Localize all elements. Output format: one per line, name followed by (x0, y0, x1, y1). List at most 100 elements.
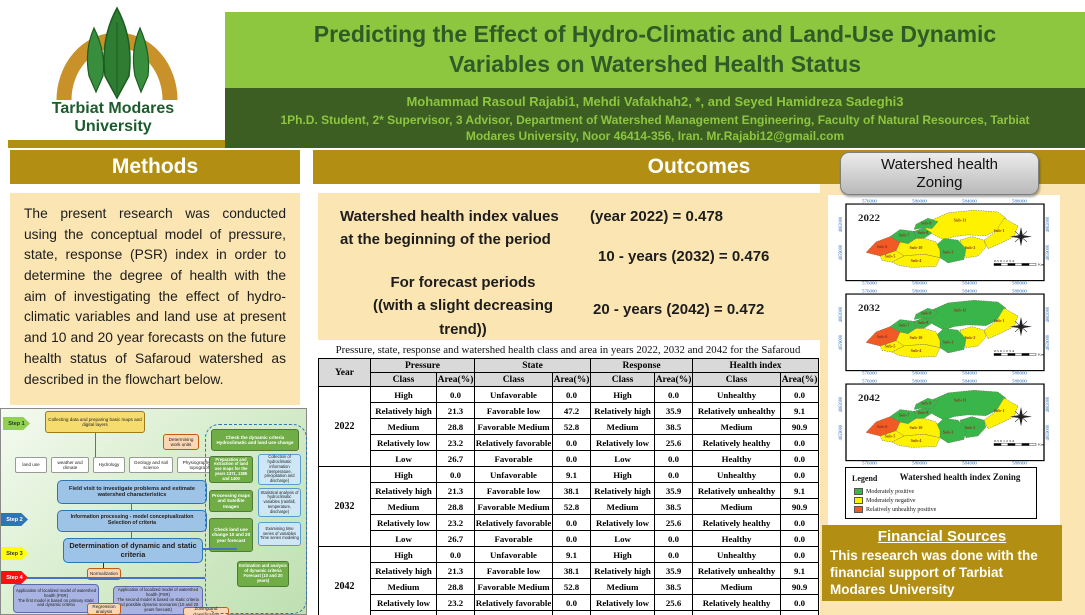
outcomes-forecast-line1: For forecast periods (348, 271, 578, 294)
legend-swatch (854, 506, 863, 513)
subbasin-label: Sub-11 (954, 308, 967, 313)
scalebar-unit: Km (1038, 263, 1044, 267)
connector-line (27, 577, 205, 579)
table-cell: Medium (693, 499, 781, 515)
scalebar-segment (1008, 263, 1015, 265)
map-year-label: 2032 (858, 303, 880, 313)
table-cell: Low (371, 611, 437, 615)
map-x-tick: 588000 (1012, 462, 1028, 465)
map-y-tick: 4059000 (1046, 334, 1051, 350)
table-cell: Relatively low (591, 595, 655, 611)
table-subheader-cell: Class (591, 373, 655, 387)
logo-gold-strip (8, 140, 225, 148)
flowchart-processing-line2: Selection of criteria (108, 521, 156, 527)
scalebar-segment (1015, 353, 1022, 355)
legend-item-label: Moderately positive (866, 489, 914, 495)
flowchart-time-series-box: Examining time series of variables Time … (258, 522, 301, 546)
zoning-map-svg: 5760005800005840005880005760005800005840… (836, 197, 1052, 285)
table-cell: 26.7 (437, 611, 475, 615)
table-cell: Relatively healthy (693, 595, 781, 611)
table-cell: High (371, 387, 437, 403)
map-y-tick: 4062000 (1046, 396, 1051, 412)
map-x-tick: 580000 (912, 289, 928, 294)
table-cell: Relatively favorable (475, 435, 553, 451)
subbasin-label: Sub-5 (885, 254, 896, 259)
subbasin-label: Sub-1 (994, 228, 1005, 233)
table-cell: Healthy (693, 531, 781, 547)
scalebar-unit: Km (1038, 443, 1044, 447)
table-cell: High (371, 547, 437, 563)
table-cell: Relatively favorable (475, 595, 553, 611)
flowchart-work-units-box: Determining work units (163, 434, 199, 450)
subbasin-label: Sub-6 (877, 424, 888, 429)
legend-item: Moderately positive (854, 488, 914, 495)
table-header-group: Pressure (371, 359, 475, 373)
subbasin-label: Sub-11 (954, 218, 967, 223)
table-cell: 38.1 (553, 563, 591, 579)
map-y-tick: 4059000 (839, 424, 844, 440)
flowchart-step1-label: Step 1 (3, 417, 30, 430)
scalebar-segment (1029, 263, 1036, 265)
subbasin-label: Sub-3 (943, 430, 954, 435)
table-year-cell: 2022 (319, 387, 371, 467)
table-cell: Relatively high (371, 563, 437, 579)
flowchart-stat-analysis-box: Statistical analysis of hydroclimatic va… (258, 488, 301, 517)
subbasin-label: Sub-10 (910, 335, 923, 340)
subbasin-label: Sub-4 (911, 438, 922, 443)
flowchart-topic-landuse: land use (15, 457, 47, 473)
scalebar-segment (994, 443, 1001, 445)
table-cell: Favorable low (475, 483, 553, 499)
zoning-map-svg: 5760005800005840005880005760005800005840… (836, 377, 1052, 465)
subbasin-label: Sub-8 (918, 410, 929, 415)
flowchart-check-dynamic-box: Check the dynamic criteria Hydroclimatic… (211, 429, 299, 451)
title-bar: Predicting the Effect of Hydro-Climatic … (225, 12, 1085, 88)
map-x-tick: 580000 (912, 199, 928, 204)
outcomes-value-2022: (year 2022) = 0.478 (590, 205, 723, 228)
table-cell: 26.7 (437, 451, 475, 467)
subbasin-label: Sub-7 (899, 323, 910, 328)
zoning-title-line1: Watershed health (881, 156, 998, 174)
table-cell: 0.0 (553, 611, 591, 615)
map-x-tick: 588000 (1012, 289, 1028, 294)
table-cell: Relatively unhealthy (693, 563, 781, 579)
outcomes-intro-line2: at the beginning of the period (340, 228, 559, 251)
zoning-map-2022: 5760005800005840005880005760005800005840… (836, 197, 1052, 285)
map-x-tick: 580000 (912, 372, 928, 375)
flowchart-field-visit-box: Field visit to investigate problems and … (57, 480, 207, 504)
methods-flowchart: Step 1 Collecting data and preparing bas… (0, 408, 307, 615)
table-row: Relatively high21.3Favorable low38.1Rela… (319, 563, 819, 579)
table-cell: 38.1 (553, 483, 591, 499)
subbasin-label: Sub-11 (954, 398, 967, 403)
legend-item: Relatively unhealthy positive (854, 506, 936, 513)
financial-sources-box: Financial Sources This research was done… (822, 525, 1062, 601)
zoning-map-panel: 5760005800005840005880005760005800005840… (828, 195, 1060, 525)
table-cell: 0.0 (781, 547, 819, 563)
methods-header-label: Methods (112, 155, 198, 179)
flowchart-processing-box: Information processing - model conceptua… (57, 510, 207, 532)
flowchart-topic-hydrology: Hydrology (93, 457, 125, 473)
map-y-tick: 4062000 (839, 306, 844, 322)
table-cell: 0.0 (781, 611, 819, 615)
table-cell: Relatively high (591, 403, 655, 419)
map-x-tick: 588000 (1012, 199, 1028, 204)
table-cell: 23.2 (437, 515, 475, 531)
subbasin-label: Sub-10 (910, 245, 923, 250)
table-cell: 0.0 (781, 467, 819, 483)
table-cell: 25.6 (655, 435, 693, 451)
table-cell: 0.0 (655, 451, 693, 467)
methods-paragraph: The present research was conducted using… (24, 204, 286, 390)
table-subheader-cell: Area(%) (437, 373, 475, 387)
table-row: Relatively low23.2Relatively favorable0.… (319, 435, 819, 451)
table-cell: 38.5 (655, 499, 693, 515)
map-legend: Legend Watershed health index Zoning Mod… (845, 467, 1037, 519)
table-cell: 0.0 (781, 451, 819, 467)
table-row: Medium28.8Favorable Medium52.8Medium38.5… (319, 499, 819, 515)
scalebar-segment (1022, 443, 1029, 445)
flowchart-estimation-line2: Forecast (10 and 20 years) (239, 574, 287, 584)
table-cell: Favorable Medium (475, 579, 553, 595)
university-name: Tarbiat Modares University (8, 100, 218, 135)
flowchart-landuse-maps-box: Preparation and extraction of land use m… (209, 456, 253, 483)
table-cell: Low (591, 451, 655, 467)
subbasin-label: Sub-2 (965, 245, 976, 250)
table-year-cell: 2032 (319, 467, 371, 547)
